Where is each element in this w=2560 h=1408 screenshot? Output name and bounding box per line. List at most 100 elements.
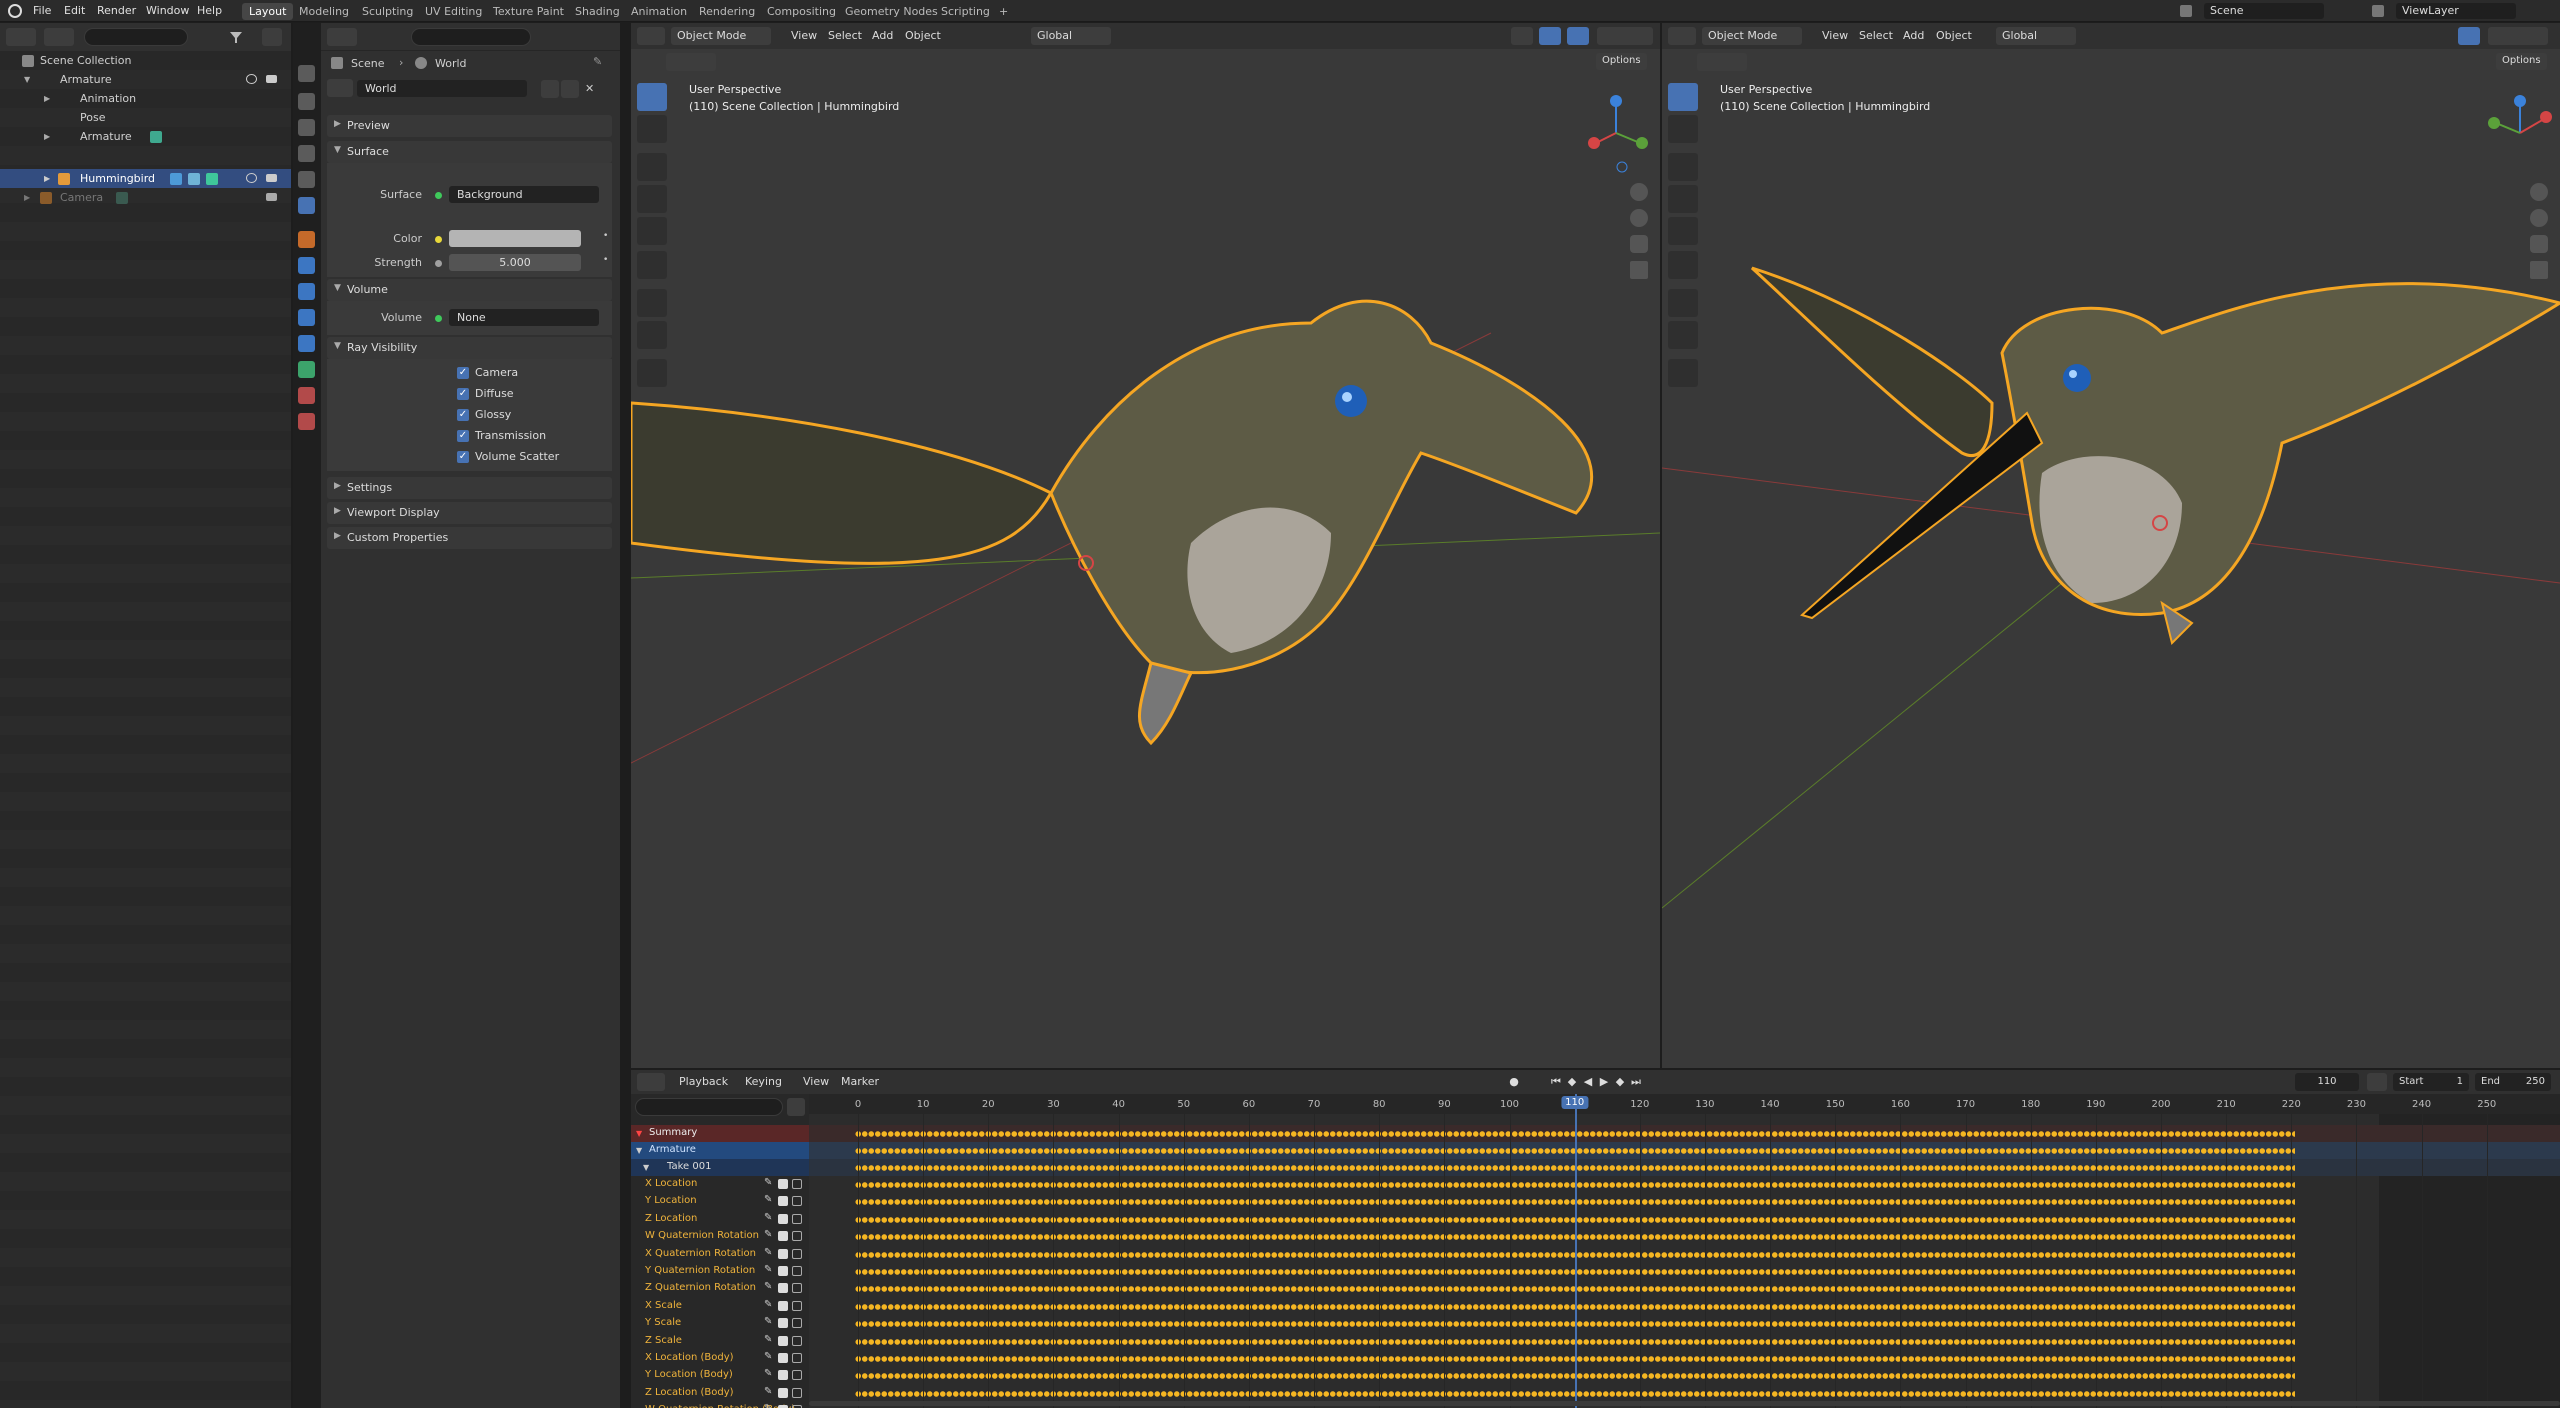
lock-icon[interactable] <box>792 1179 802 1189</box>
checkbox-icon[interactable] <box>778 1318 788 1329</box>
wrench-icon[interactable]: ✎ <box>764 1194 772 1205</box>
channel-toggle-icons[interactable]: ✎ <box>764 1281 806 1294</box>
output-tab-icon[interactable] <box>298 119 315 136</box>
checkmark-icon[interactable]: ✓ <box>457 367 469 379</box>
display-mode-button[interactable] <box>44 28 74 46</box>
new-collection-button[interactable] <box>262 28 282 46</box>
wrench-icon[interactable]: ✎ <box>764 1403 772 1408</box>
channel-toggle-icons[interactable]: ✎ <box>764 1368 806 1381</box>
menu-view[interactable]: View <box>803 1075 829 1088</box>
fcurve-channel[interactable]: X Quaternion Rotation ✎ <box>631 1246 809 1263</box>
outliner-row-armature-data[interactable]: ▶ Armature <box>0 127 291 146</box>
start-frame-field[interactable]: Start 1 <box>2393 1073 2469 1091</box>
end-frame-field[interactable]: End 250 <box>2475 1073 2551 1091</box>
checkbox-icon[interactable] <box>778 1300 788 1311</box>
fake-user-button[interactable] <box>541 80 559 98</box>
channel-toggle-icons[interactable]: ✎ <box>764 1334 806 1347</box>
checkbox-icon[interactable] <box>778 1283 788 1294</box>
ray-volume-scatter-label[interactable]: Volume Scatter <box>475 450 559 463</box>
clock-icon[interactable] <box>2367 1073 2387 1091</box>
scene-icon[interactable] <box>2180 5 2192 17</box>
outliner-row-hummingbird[interactable]: ▶ Hummingbird <box>0 169 291 188</box>
fcurve-channel[interactable]: X Location (Body) ✎ <box>631 1350 809 1367</box>
channel-toggle-icons[interactable]: ✎ <box>764 1194 806 1207</box>
outliner-row-animation[interactable]: ▶ Animation <box>0 89 291 108</box>
horizontal-scrollbar[interactable] <box>809 1401 2560 1406</box>
channel-search-input[interactable] <box>635 1098 783 1116</box>
lock-icon[interactable] <box>792 1213 802 1224</box>
next-keyframe-icon[interactable]: ◆ <box>1613 1075 1627 1089</box>
lock-icon[interactable] <box>792 1266 802 1276</box>
channel-toggle-icons[interactable]: ✎ <box>764 1177 806 1190</box>
fcurve-channel[interactable]: Y Location ✎ <box>631 1193 809 1210</box>
wrench-icon[interactable]: ✎ <box>764 1177 772 1188</box>
wrench-icon[interactable]: ✎ <box>764 1229 772 1240</box>
channel-toggle-icons[interactable]: ✎ <box>764 1229 806 1242</box>
filter-icon[interactable] <box>226 28 248 46</box>
tool-tab-icon[interactable] <box>298 65 315 82</box>
viewport-left[interactable]: Object Mode View Select Add Object Globa… <box>631 23 1660 1068</box>
checkbox-icon[interactable] <box>778 1248 788 1259</box>
volume-shader-field[interactable]: None <box>449 309 599 326</box>
fcurve-channel[interactable]: Y Quaternion Rotation ✎ <box>631 1263 809 1280</box>
lock-icon[interactable] <box>792 1300 802 1311</box>
editor-type-button[interactable] <box>6 28 36 46</box>
checkmark-icon[interactable]: ✓ <box>457 409 469 421</box>
checkbox-icon[interactable] <box>778 1266 788 1276</box>
prev-keyframe-icon[interactable]: ◆ <box>1565 1075 1579 1089</box>
outliner-search-input[interactable] <box>84 28 188 46</box>
outliner-row-scene-collection[interactable]: Scene Collection <box>0 51 291 70</box>
checkbox-icon[interactable] <box>778 1179 788 1189</box>
lock-icon[interactable] <box>792 1248 802 1259</box>
tab-texture-paint[interactable]: Texture Paint <box>486 3 571 20</box>
checkmark-icon[interactable]: ✓ <box>457 430 469 442</box>
outliner-row-camera[interactable]: ▶ Camera <box>0 188 291 207</box>
editor-type-button[interactable] <box>327 28 357 46</box>
tab-compositing[interactable]: Compositing <box>760 3 843 20</box>
checkbox-icon[interactable] <box>778 1231 788 1242</box>
playhead[interactable] <box>1574 1094 1577 1408</box>
expand-arrow-icon[interactable]: ▶ <box>44 132 50 141</box>
ray-diffuse-label[interactable]: Diffuse <box>475 387 514 400</box>
wrench-icon[interactable]: ✎ <box>764 1334 772 1345</box>
panel-settings[interactable]: ▶ Settings <box>327 477 612 499</box>
lock-icon[interactable] <box>792 1353 802 1363</box>
keyframe-dot-icon[interactable]: • <box>603 231 608 241</box>
outliner-row-pose[interactable]: Pose <box>0 108 291 127</box>
breadcrumb-scene[interactable]: Scene <box>351 57 385 70</box>
tab-sculpting[interactable]: Sculpting <box>355 3 420 20</box>
eye-icon[interactable] <box>246 173 257 183</box>
tab-modeling[interactable]: Modeling <box>292 3 356 20</box>
data-tab-icon[interactable] <box>298 361 315 378</box>
lock-icon[interactable] <box>792 1196 802 1207</box>
camera-render-icon[interactable] <box>266 174 277 182</box>
color-swatch[interactable] <box>449 230 581 247</box>
tab-scripting[interactable]: Scripting <box>934 3 997 20</box>
checkbox-icon[interactable] <box>778 1196 788 1207</box>
tab-geometry-nodes[interactable]: Geometry Nodes <box>838 3 945 20</box>
add-workspace-button[interactable]: + <box>992 3 1015 20</box>
checkmark-icon[interactable]: ✓ <box>457 451 469 463</box>
summary-channel[interactable]: ▼ Summary <box>631 1125 809 1142</box>
wrench-icon[interactable]: ✎ <box>764 1247 772 1258</box>
material-tab-icon[interactable] <box>298 387 315 404</box>
tab-rendering[interactable]: Rendering <box>692 3 762 20</box>
menu-window[interactable]: Window <box>146 4 189 17</box>
keyframe-dot-icon[interactable]: • <box>603 255 608 265</box>
surface-shader-field[interactable]: Background <box>449 186 599 203</box>
wrench-icon[interactable]: ✎ <box>764 1316 772 1327</box>
ray-glossy-label[interactable]: Glossy <box>475 408 511 421</box>
menu-edit[interactable]: Edit <box>64 4 85 17</box>
panel-volume[interactable]: ▼ Volume <box>327 279 612 301</box>
ray-camera-label[interactable]: Camera <box>475 366 518 379</box>
fcurve-channel[interactable]: X Location ✎ <box>631 1176 809 1193</box>
jump-start-icon[interactable]: ⏮ <box>1549 1075 1563 1089</box>
lock-icon[interactable] <box>792 1231 802 1242</box>
view-layer-field[interactable]: ViewLayer <box>2396 3 2516 19</box>
properties-search-input[interactable] <box>411 28 531 46</box>
expand-arrow-icon[interactable]: ▼ <box>24 75 30 84</box>
breadcrumb-world[interactable]: World <box>435 57 467 70</box>
wrench-icon[interactable]: ✎ <box>764 1368 772 1379</box>
fcurve-channel[interactable]: X Scale ✎ <box>631 1298 809 1315</box>
wrench-icon[interactable]: ✎ <box>764 1212 772 1223</box>
